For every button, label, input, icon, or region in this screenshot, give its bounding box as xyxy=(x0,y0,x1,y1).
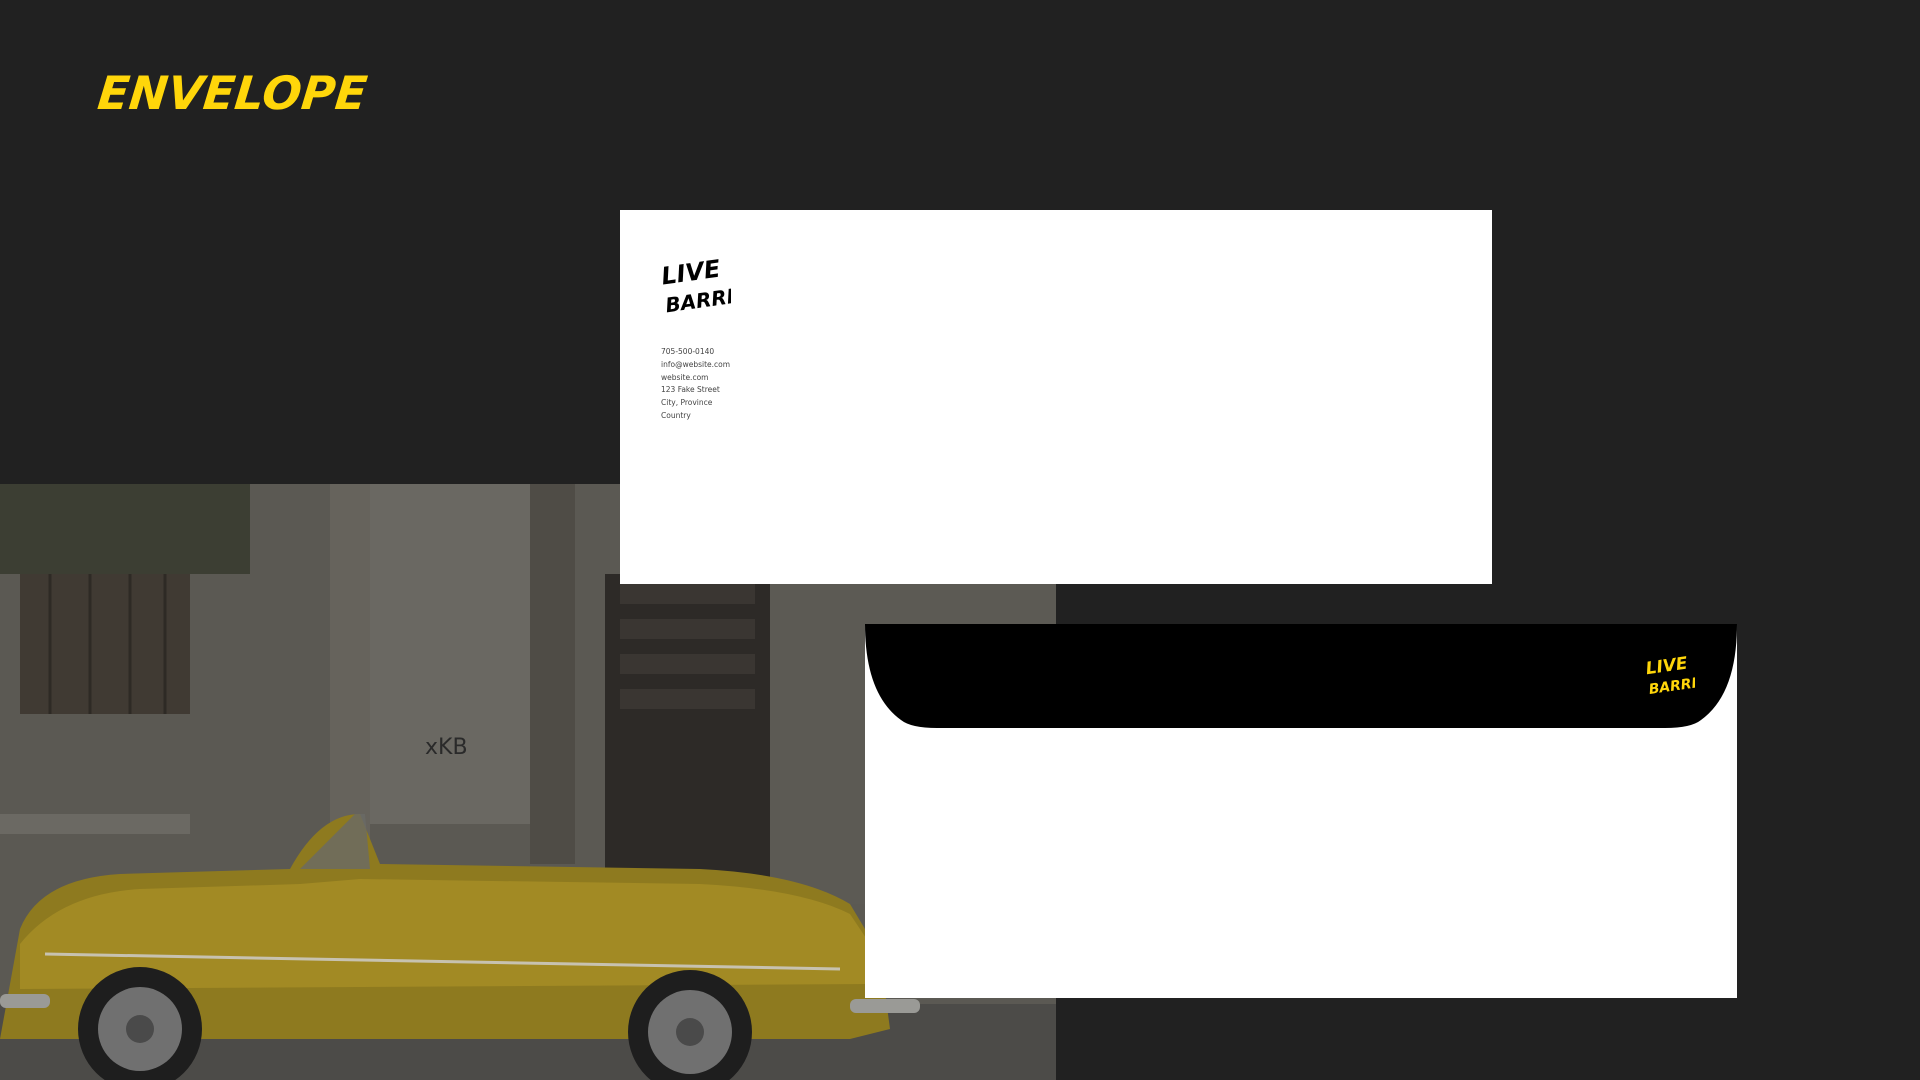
envelope-front: LIVE BARRIE 705-500-0140 info@website.co… xyxy=(620,210,1492,584)
page-title: ENVELOPE xyxy=(95,66,370,120)
contact-website: website.com xyxy=(661,372,709,382)
contact-country: Country xyxy=(661,410,691,420)
live-barrie-logo-yellow: LIVE BARRIE xyxy=(1645,653,1695,698)
live-barrie-logo: LIVE BARRIE xyxy=(661,255,731,318)
contact-city: City, Province xyxy=(661,398,713,408)
envelope-back: LIVE BARRIE xyxy=(865,624,1737,998)
contact-block: 705-500-0140 info@website.com website.co… xyxy=(661,346,730,423)
graffiti-text: xKB xyxy=(425,735,468,760)
svg-text:LIVE: LIVE xyxy=(661,255,723,291)
contact-street: 123 Fake Street xyxy=(661,385,720,395)
envelope-flap xyxy=(865,624,1737,728)
svg-text:LIVE: LIVE xyxy=(1645,653,1689,679)
contact-email: info@website.com xyxy=(661,359,731,369)
contact-phone: 705-500-0140 xyxy=(661,347,715,356)
